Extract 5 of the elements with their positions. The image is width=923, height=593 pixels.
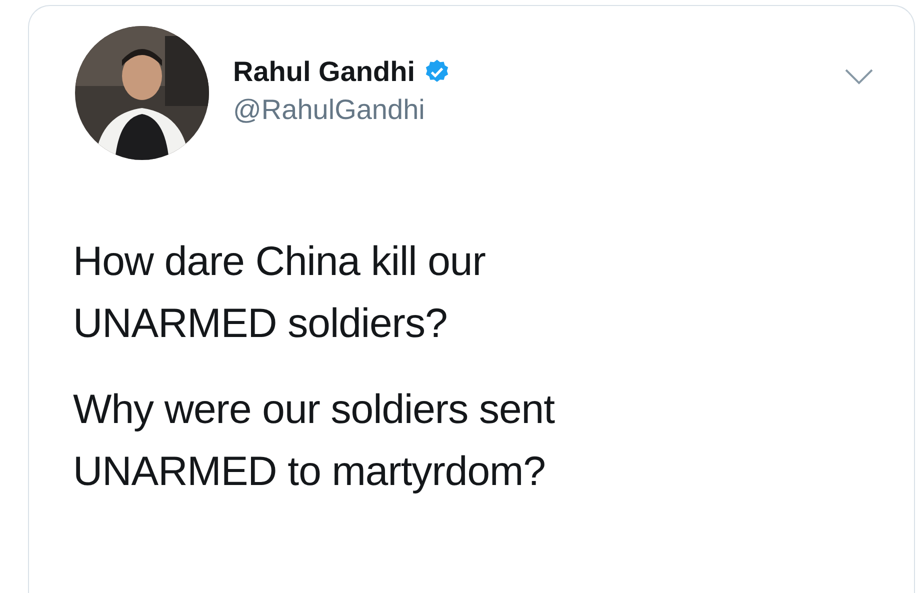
author-name: Rahul Gandhi — [233, 56, 415, 88]
author-handle: @RahulGandhi — [233, 94, 426, 126]
tweet-text: Why were our soldiers sent UNARMED to martyrdom? — [73, 385, 556, 496]
chevron-down-icon[interactable] — [844, 68, 874, 86]
tweet-text: How dare China kill our UNARMED soldiers? — [73, 237, 486, 348]
